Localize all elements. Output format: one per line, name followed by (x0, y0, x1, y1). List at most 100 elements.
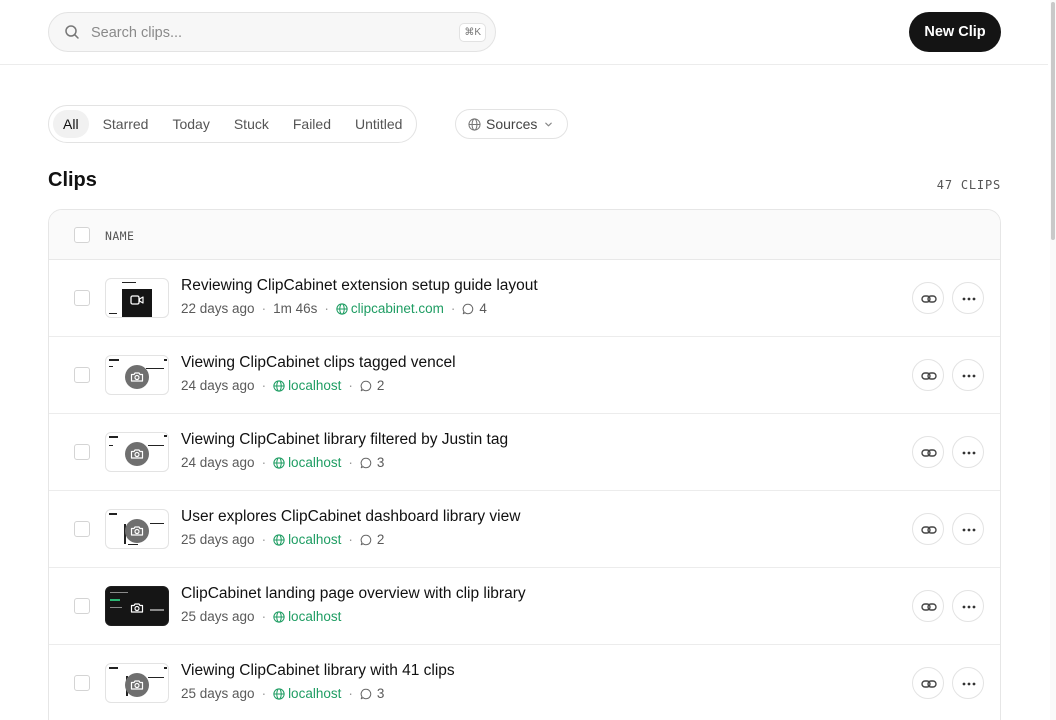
chevron-down-icon (545, 122, 553, 126)
more-horizontal-icon (962, 374, 976, 378)
row-checkbox[interactable] (74, 598, 90, 614)
comment-icon (360, 534, 372, 545)
row-checkbox[interactable] (74, 675, 90, 691)
more-options-button[interactable] (952, 282, 984, 314)
more-options-button[interactable] (952, 667, 984, 699)
more-horizontal-icon (962, 297, 976, 301)
page-title: Clips (48, 169, 97, 191)
link-icon (921, 680, 937, 688)
globe-icon (273, 610, 285, 623)
new-clip-button[interactable]: New Clip (909, 12, 1001, 52)
select-all-checkbox[interactable] (74, 227, 90, 243)
filter-tab-stuck[interactable]: Stuck (224, 110, 279, 138)
table-row[interactable]: Viewing ClipCabinet library with 41 clip… (49, 645, 1000, 720)
camera-icon (125, 673, 149, 697)
clip-source-label: clipcabinet.com (350, 301, 444, 316)
row-checkbox[interactable] (74, 444, 90, 460)
clip-title[interactable]: Viewing ClipCabinet library with 41 clip… (181, 662, 455, 680)
globe-icon (468, 117, 481, 131)
clip-meta: 25 days ago · localhost · 3 (181, 686, 385, 701)
search-box[interactable]: ⌘K (48, 12, 496, 52)
sources-dropdown[interactable]: Sources (455, 109, 568, 139)
search-shortcut-hint: ⌘K (459, 23, 486, 42)
filter-tab-untitled[interactable]: Untitled (345, 110, 412, 138)
clip-source[interactable]: localhost (273, 378, 341, 393)
video-icon (122, 289, 152, 317)
comment-count-value: 2 (376, 378, 385, 393)
scrollbar-thumb[interactable] (1051, 2, 1055, 240)
more-options-button[interactable] (952, 436, 984, 468)
comment-count: 2 (360, 378, 385, 393)
top-bar: ⌘K New Clip (0, 0, 1048, 65)
copy-link-button[interactable] (912, 436, 944, 468)
table-row[interactable]: Viewing ClipCabinet library filtered by … (49, 414, 1000, 491)
clip-thumbnail[interactable] (105, 278, 169, 318)
clip-source-label: localhost (288, 378, 342, 393)
clip-thumbnail[interactable] (105, 432, 169, 472)
clip-title[interactable]: User explores ClipCabinet dashboard libr… (181, 508, 520, 526)
clip-meta: 25 days ago · localhost · 2 (181, 532, 385, 547)
clip-source-label: localhost (288, 686, 342, 701)
clip-age: 25 days ago (181, 532, 255, 547)
clip-thumbnail[interactable] (105, 509, 169, 549)
clip-thumbnail[interactable] (105, 586, 169, 626)
clip-title[interactable]: ClipCabinet landing page overview with c… (181, 585, 526, 603)
clip-age: 25 days ago (181, 686, 255, 701)
comment-count-value: 4 (479, 301, 487, 316)
clip-source[interactable]: clipcabinet.com (336, 301, 444, 316)
clip-age: 22 days ago (181, 301, 255, 316)
filter-tabs: All Starred Today Stuck Failed Untitled (48, 105, 418, 143)
clip-source[interactable]: localhost (273, 532, 341, 547)
copy-link-button[interactable] (912, 359, 944, 391)
clip-source[interactable]: localhost (273, 455, 341, 470)
comment-count: 3 (360, 455, 384, 470)
clip-count: 47 CLIPS (936, 178, 1001, 192)
filter-tab-today[interactable]: Today (162, 110, 219, 138)
link-icon (921, 603, 937, 611)
globe-icon (273, 379, 285, 392)
row-checkbox[interactable] (74, 367, 90, 383)
copy-link-button[interactable] (912, 282, 944, 314)
clip-source[interactable]: localhost (273, 609, 341, 624)
more-horizontal-icon (962, 451, 976, 455)
filter-tab-failed[interactable]: Failed (283, 110, 341, 138)
clip-title[interactable]: Reviewing ClipCabinet extension setup gu… (181, 277, 538, 295)
camera-icon (125, 365, 149, 389)
link-icon (921, 295, 937, 303)
filter-tab-all[interactable]: All (53, 110, 89, 138)
comment-count: 4 (462, 301, 487, 316)
clip-source-label: localhost (288, 455, 342, 470)
camera-icon (125, 519, 149, 543)
copy-link-button[interactable] (912, 590, 944, 622)
copy-link-button[interactable] (912, 513, 944, 545)
search-input[interactable] (91, 22, 451, 44)
clip-title[interactable]: Viewing ClipCabinet library filtered by … (181, 431, 508, 449)
table-row[interactable]: Viewing ClipCabinet clips tagged vencel … (49, 337, 1000, 414)
clips-table: NAME Reviewing ClipCabinet extension set… (48, 209, 1001, 720)
more-options-button[interactable] (952, 359, 984, 391)
clip-title[interactable]: Viewing ClipCabinet clips tagged vencel (181, 354, 456, 372)
sources-label: Sources (486, 116, 538, 132)
more-options-button[interactable] (952, 513, 984, 545)
clip-thumbnail[interactable] (105, 355, 169, 395)
table-row[interactable]: ClipCabinet landing page overview with c… (49, 568, 1000, 645)
camera-icon (125, 596, 149, 620)
comment-count: 2 (360, 532, 385, 547)
filter-tab-starred[interactable]: Starred (93, 110, 159, 138)
clip-source[interactable]: localhost (273, 686, 341, 701)
table-row[interactable]: User explores ClipCabinet dashboard libr… (49, 491, 1000, 568)
clip-thumbnail[interactable] (105, 663, 169, 703)
table-row[interactable]: Reviewing ClipCabinet extension setup gu… (49, 260, 1000, 337)
copy-link-button[interactable] (912, 667, 944, 699)
row-checkbox[interactable] (74, 290, 90, 306)
clip-duration: 1m 46s (273, 301, 318, 316)
camera-icon (125, 442, 149, 466)
comment-count-value: 2 (376, 532, 385, 547)
comment-count-value: 3 (376, 686, 385, 701)
link-icon (921, 372, 937, 380)
more-options-button[interactable] (952, 590, 984, 622)
table-header: NAME (49, 210, 1000, 260)
clip-age: 25 days ago (181, 609, 255, 624)
clip-age: 24 days ago (181, 455, 255, 470)
row-checkbox[interactable] (74, 521, 90, 537)
